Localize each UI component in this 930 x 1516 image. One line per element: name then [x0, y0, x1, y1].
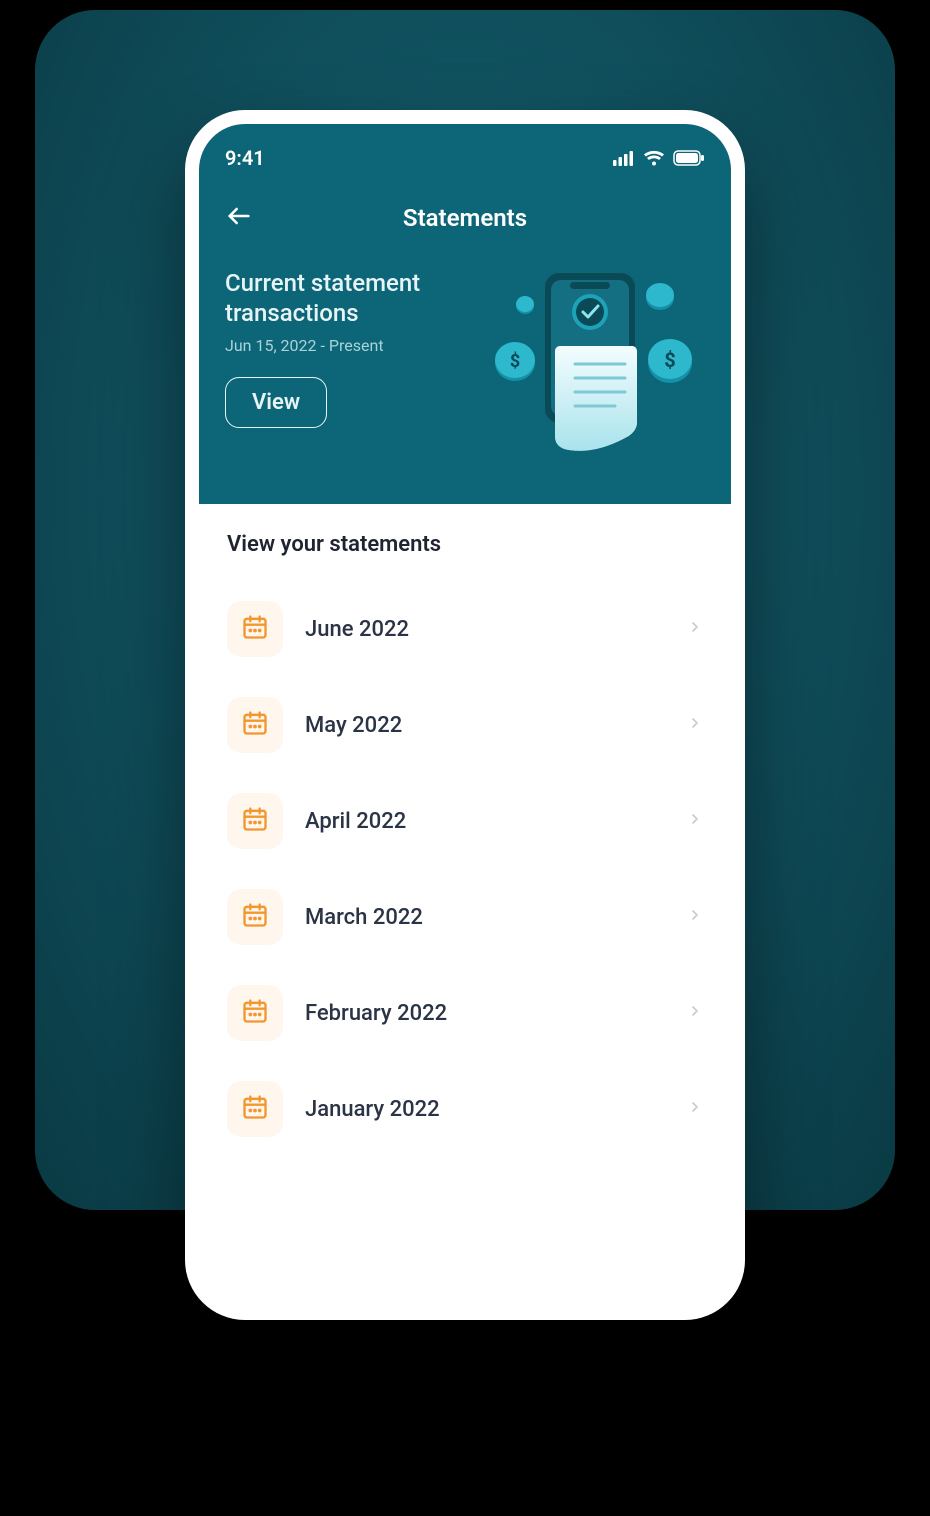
- statement-label: February 2022: [305, 1001, 665, 1026]
- statement-label: January 2022: [305, 1097, 665, 1122]
- wifi-icon: [643, 150, 665, 166]
- current-title-line2: transactions: [225, 299, 359, 327]
- page-title: Statements: [225, 204, 705, 232]
- chevron-right-icon: [687, 1099, 703, 1119]
- current-statement-range: Jun 15, 2022 - Present: [225, 336, 463, 355]
- view-button[interactable]: View: [225, 377, 327, 428]
- statement-label: April 2022: [305, 809, 665, 834]
- statement-row[interactable]: January 2022: [227, 1061, 703, 1157]
- chevron-right-icon: [687, 811, 703, 831]
- statement-label: May 2022: [305, 713, 665, 738]
- receipt-illustration: $ $: [475, 268, 705, 458]
- statement-row[interactable]: April 2022: [227, 773, 703, 869]
- statement-row[interactable]: February 2022: [227, 965, 703, 1061]
- calendar-icon-box: [227, 889, 283, 945]
- backdrop-card: 9:41 Statements Cu: [35, 10, 895, 1210]
- calendar-icon: [241, 997, 269, 1029]
- calendar-icon: [241, 709, 269, 741]
- svg-text:$: $: [510, 351, 520, 372]
- status-icons: [613, 150, 705, 166]
- statement-row[interactable]: March 2022: [227, 869, 703, 965]
- current-statement-text: Current statement transactions Jun 15, 2…: [225, 268, 463, 458]
- status-time: 9:41: [225, 146, 265, 170]
- section-title: View your statements: [227, 532, 703, 557]
- statement-label: June 2022: [305, 617, 665, 642]
- chevron-right-icon: [687, 619, 703, 639]
- calendar-icon-box: [227, 601, 283, 657]
- statements-section: View your statements June 2022 May 2022 …: [199, 504, 731, 1167]
- calendar-icon-box: [227, 985, 283, 1041]
- statement-label: March 2022: [305, 905, 665, 930]
- nav-bar: Statements: [225, 202, 705, 234]
- current-title-line1: Current statement: [225, 269, 420, 297]
- calendar-icon: [241, 805, 269, 837]
- phone-frame: 9:41 Statements Cu: [185, 110, 745, 1320]
- chevron-right-icon: [687, 715, 703, 735]
- calendar-icon: [241, 613, 269, 645]
- calendar-icon-box: [227, 697, 283, 753]
- current-statement-card: Current statement transactions Jun 15, 2…: [225, 268, 705, 458]
- svg-text:$: $: [664, 348, 675, 372]
- status-bar: 9:41: [225, 146, 705, 170]
- chevron-right-icon: [687, 1003, 703, 1023]
- statements-list: June 2022 May 2022 April 2022 March 2022…: [227, 581, 703, 1157]
- calendar-icon: [241, 1093, 269, 1125]
- calendar-icon-box: [227, 1081, 283, 1137]
- battery-icon: [673, 150, 705, 166]
- chevron-right-icon: [687, 907, 703, 927]
- statement-row[interactable]: May 2022: [227, 677, 703, 773]
- statement-row[interactable]: June 2022: [227, 581, 703, 677]
- header-area: 9:41 Statements Cu: [199, 124, 731, 504]
- calendar-icon: [241, 901, 269, 933]
- calendar-icon-box: [227, 793, 283, 849]
- cell-signal-icon: [613, 150, 635, 166]
- current-statement-title: Current statement transactions: [225, 268, 463, 328]
- phone-screen: 9:41 Statements Cu: [199, 124, 731, 1306]
